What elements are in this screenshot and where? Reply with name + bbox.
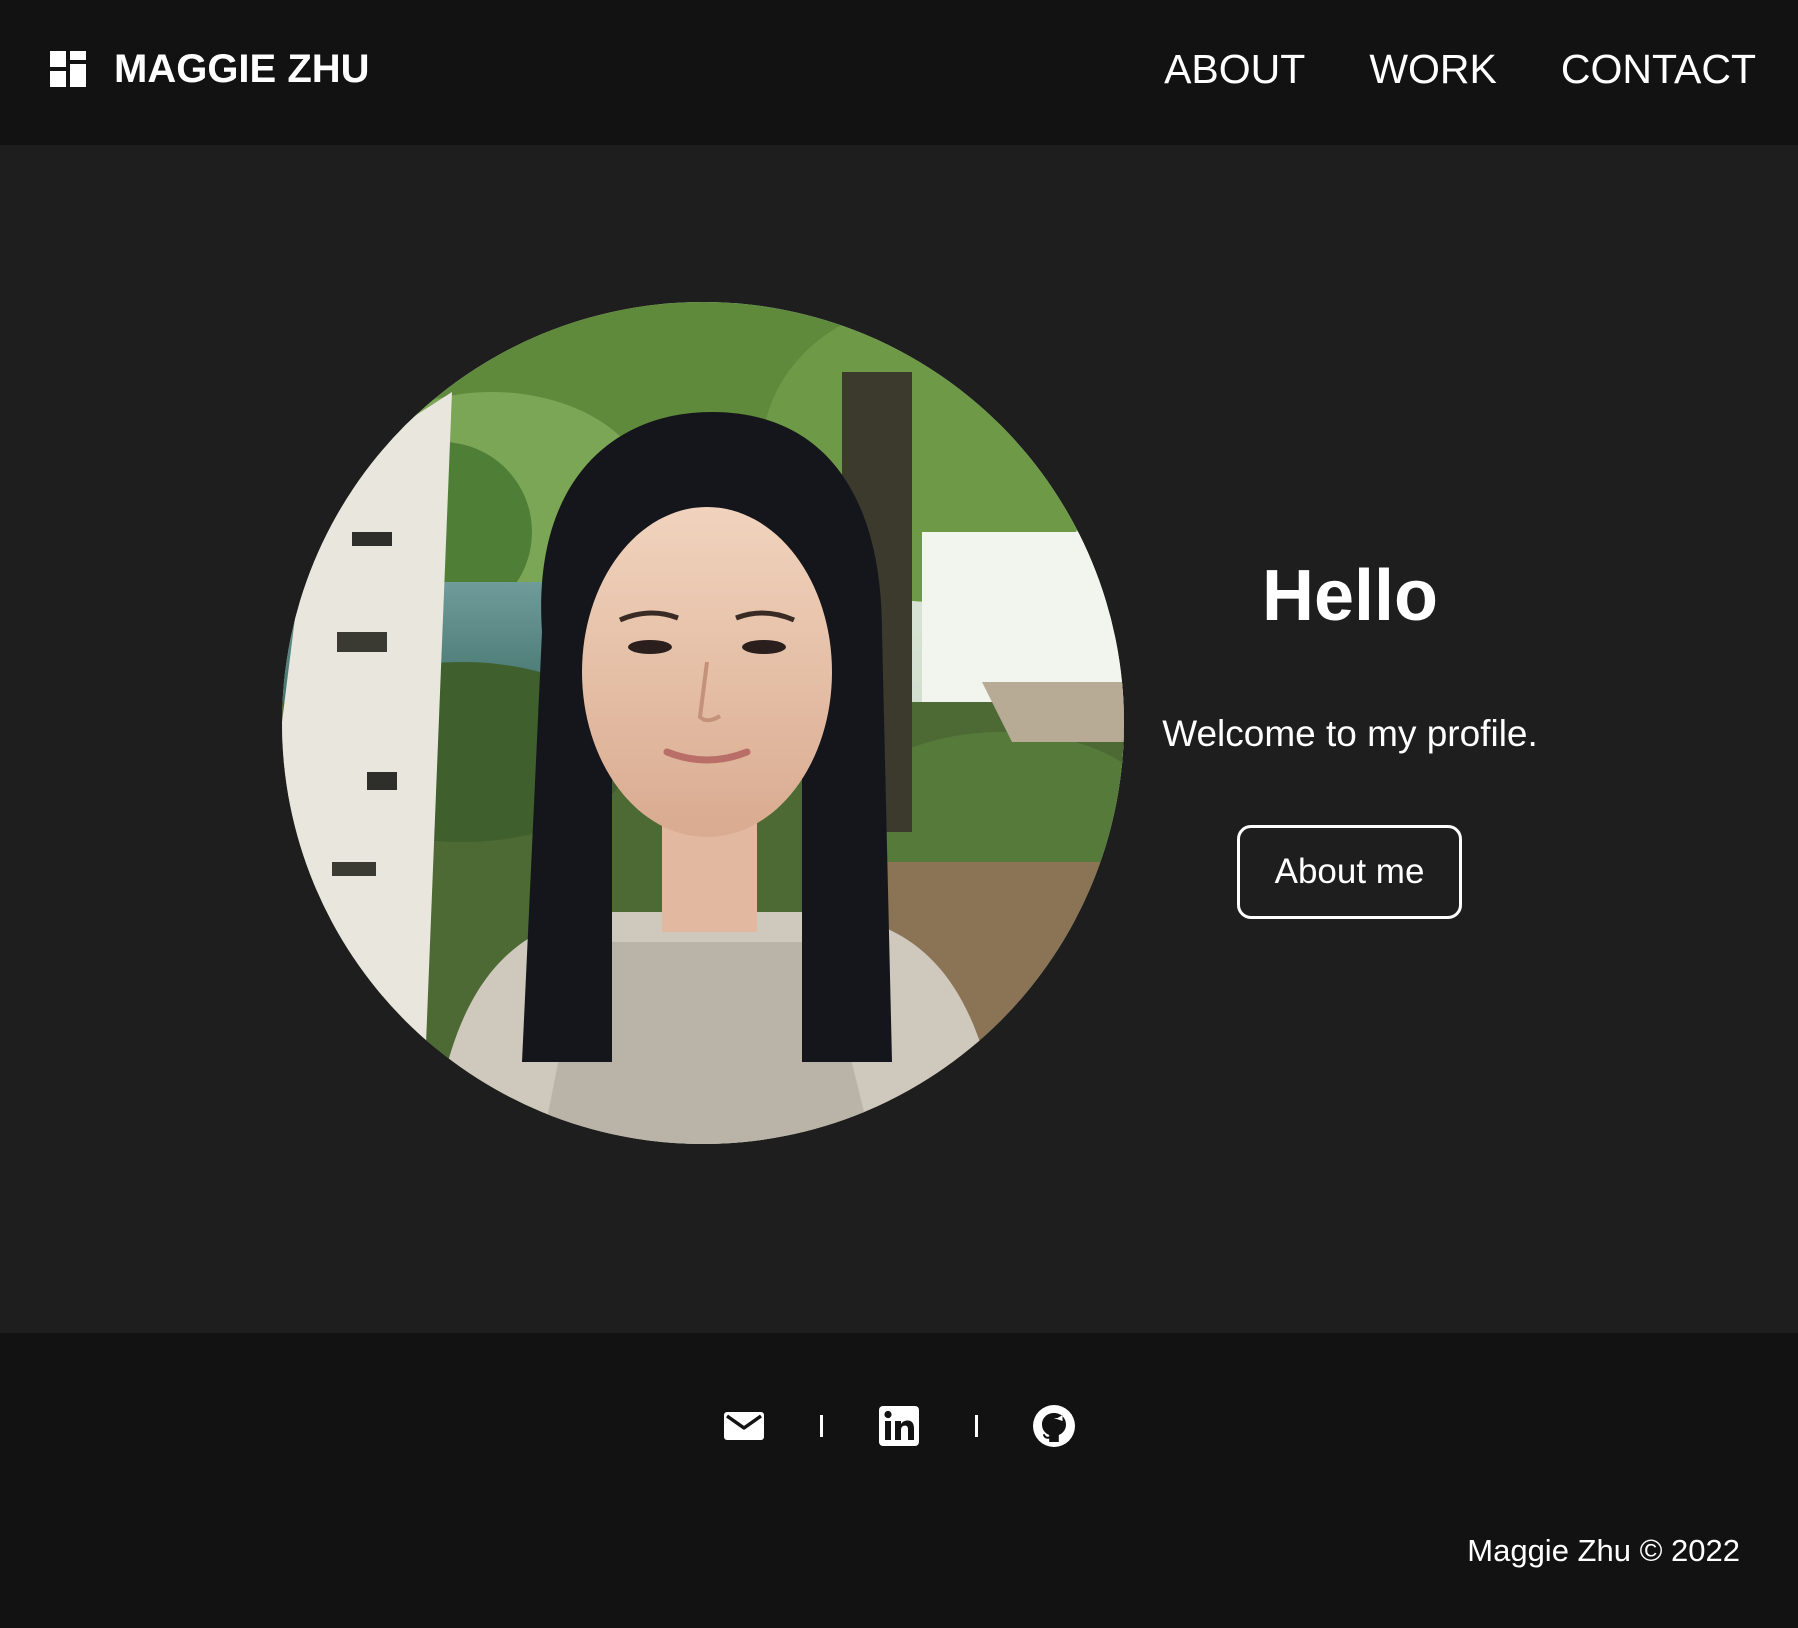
portrait-image [282, 302, 1124, 1144]
nav-about[interactable]: ABOUT [1164, 46, 1305, 92]
nav-contact[interactable]: CONTACT [1561, 46, 1756, 92]
site-footer: Maggie Zhu © 2022 [0, 1333, 1798, 1628]
mail-icon [724, 1412, 764, 1440]
github-link[interactable] [1032, 1404, 1076, 1448]
social-links [0, 1403, 1798, 1449]
site-header: MAGGIE ZHU ABOUT WORK CONTACT [0, 0, 1798, 145]
main-nav: ABOUT WORK CONTACT [1100, 46, 1756, 92]
footer-separator [975, 1415, 978, 1437]
portrait-photo [282, 302, 1124, 1144]
github-icon [1033, 1405, 1075, 1447]
email-link[interactable] [722, 1404, 766, 1448]
grid-logo-icon [50, 51, 86, 87]
about-me-button[interactable]: About me [1237, 825, 1462, 919]
copyright-text: Maggie Zhu © 2022 [1467, 1533, 1740, 1568]
brand-name: MAGGIE ZHU [114, 47, 370, 91]
hero-section: Hello Welcome to my profile. About me [0, 145, 1798, 1333]
brand-logo-link[interactable]: MAGGIE ZHU [50, 47, 370, 91]
hero-subtitle: Welcome to my profile. [1162, 713, 1538, 754]
footer-separator [820, 1415, 823, 1437]
nav-work[interactable]: WORK [1369, 46, 1497, 92]
linkedin-icon [879, 1406, 919, 1446]
hero-title: Hello [1261, 556, 1439, 636]
linkedin-link[interactable] [877, 1404, 921, 1448]
